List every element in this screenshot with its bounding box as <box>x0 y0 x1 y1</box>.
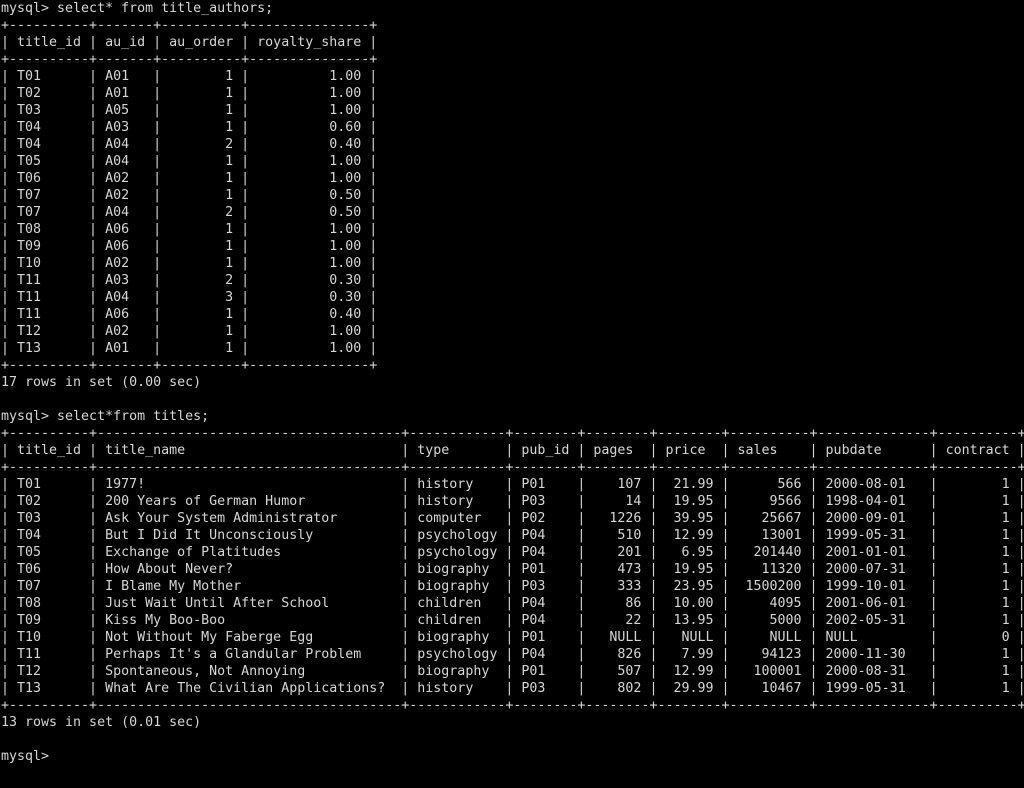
command-line[interactable]: mysql> select*from titles; <box>1 408 1024 425</box>
table-border: +----------+-------+----------+---------… <box>1 18 378 33</box>
table-row: | T08 | A06 | 1 | 1.00 | <box>1 222 378 237</box>
table-header-row: | title_id | au_id | au_order | royalty_… <box>1 35 378 50</box>
table-row: | T04 | A04 | 2 | 0.40 | <box>1 137 378 152</box>
table-row: | T12 | Spontaneous, Not Annoying | biog… <box>1 664 1024 679</box>
table-row: | T04 | A03 | 1 | 0.60 | <box>1 120 378 135</box>
table-row: | T06 | A02 | 1 | 1.00 | <box>1 171 378 186</box>
table-row: | T03 | A05 | 1 | 1.00 | <box>1 103 378 118</box>
table-row: | T05 | Exchange of Platitudes | psychol… <box>1 545 1024 560</box>
table-row: | T13 | What Are The Civilian Applicatio… <box>1 681 1024 696</box>
table-row: | T02 | 200 Years of German Humor | hist… <box>1 494 1024 509</box>
table-row: | T09 | A06 | 1 | 1.00 | <box>1 239 378 254</box>
table-row: | T11 | A06 | 1 | 0.40 | <box>1 307 378 322</box>
command-line[interactable]: mysql> select* from title_authors; <box>1 0 1024 17</box>
table-row: | T10 | A02 | 1 | 1.00 | <box>1 256 378 271</box>
table-row: | T05 | A04 | 1 | 1.00 | <box>1 154 378 169</box>
table-row: | T12 | A02 | 1 | 1.00 | <box>1 324 378 339</box>
table-row: | T04 | But I Did It Unconsciously | psy… <box>1 528 1024 543</box>
shell-prompt[interactable]: mysql> <box>1 748 1024 765</box>
table-row: | T09 | Kiss My Boo-Boo | children | P04… <box>1 613 1024 628</box>
table-row: | T11 | A04 | 3 | 0.30 | <box>1 290 378 305</box>
table-row: | T10 | Not Without My Faberge Egg | bio… <box>1 630 1024 645</box>
table-border: +----------+----------------------------… <box>1 460 1024 475</box>
table-border: +----------+----------------------------… <box>1 426 1024 441</box>
table-header-row: | title_id | title_name | type | pub_id … <box>1 443 1024 458</box>
table-row: | T11 | A03 | 2 | 0.30 | <box>1 273 378 288</box>
table-row: | T13 | A01 | 1 | 1.00 | <box>1 341 378 356</box>
table-row: | T06 | How About Never? | biography | P… <box>1 562 1024 577</box>
status-line: 17 rows in set (0.00 sec) <box>1 375 202 390</box>
table-border: +----------+----------------------------… <box>1 698 1024 713</box>
table-border: +----------+-------+----------+---------… <box>1 52 378 67</box>
table-row: | T07 | A02 | 1 | 0.50 | <box>1 188 378 203</box>
table-row: | T07 | I Blame My Mother | biography | … <box>1 579 1024 594</box>
table-row: | T11 | Perhaps It's a Glandular Problem… <box>1 647 1024 662</box>
table-row: | T03 | Ask Your System Administrator | … <box>1 511 1024 526</box>
table-row: | T01 | A01 | 1 | 1.00 | <box>1 69 378 84</box>
table-row: | T08 | Just Wait Until After School | c… <box>1 596 1024 611</box>
table-border: +----------+-------+----------+---------… <box>1 358 378 373</box>
table-row: | T01 | 1977! | history | P01 | 107 | 21… <box>1 477 1024 492</box>
terminal-screen[interactable]: mysql> select* from title_authors; +-----… <box>0 0 1024 788</box>
table-row: | T07 | A04 | 2 | 0.50 | <box>1 205 378 220</box>
table-row: | T02 | A01 | 1 | 1.00 | <box>1 86 378 101</box>
status-line: 13 rows in set (0.01 sec) <box>1 715 202 730</box>
